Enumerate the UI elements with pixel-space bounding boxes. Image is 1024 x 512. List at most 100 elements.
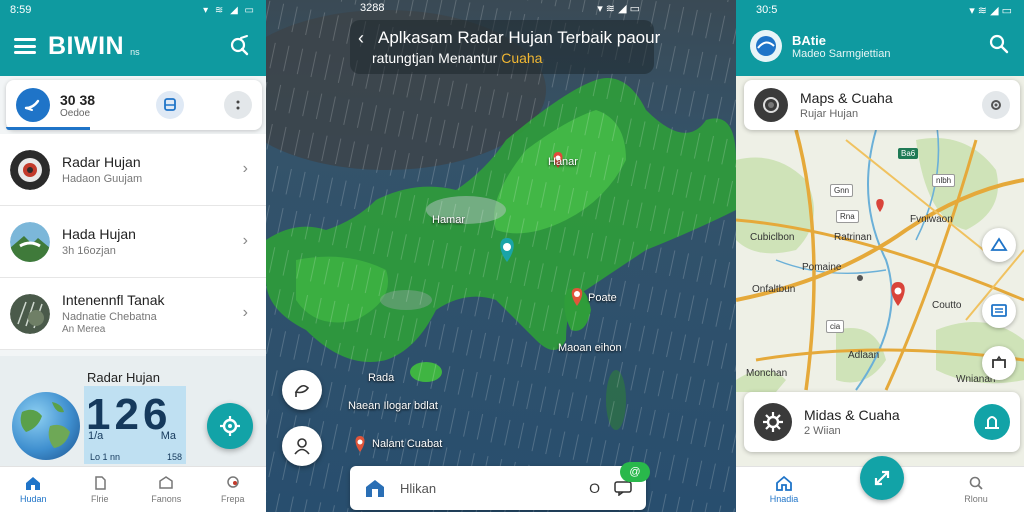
home-icon [26,477,41,490]
search-icon[interactable] [988,33,1010,60]
notification-badge: @ [620,462,650,482]
app-bar: BIWIN ns [0,20,266,72]
list-item[interactable]: Hada Hujan 3h 16ozjan › [0,206,266,278]
card-sub: 2 Wiian [804,425,841,437]
radar-card-title: Radar Hujan [87,370,160,385]
settings-icon[interactable] [982,91,1010,119]
list-item-title: Radar Hujan [62,154,141,170]
locate-fab-button[interactable] [207,403,253,449]
chevron-right-icon: › [242,304,248,321]
map-label: Coutto [932,300,962,311]
card-sub: Rujar Hujan [800,108,859,120]
bottom-nav: Hudan Flrie Fanons Frepa [0,466,266,512]
search-icon [969,476,983,490]
nav-label: Hudan [19,494,47,504]
search-right-text: O [589,480,600,496]
brand-title: BIWIN [48,31,125,60]
wind-icon [16,88,50,122]
bus-icon[interactable] [156,91,184,119]
warning-button[interactable] [982,228,1016,262]
summary-indicator [6,127,90,130]
summary-card[interactable]: 30 38 Oedoe [6,80,262,130]
pin-label: Maoan eihon [558,342,622,354]
gear-icon [754,403,792,441]
nav-label: Flrie [91,494,109,504]
title-line2: ratungtjan Menantur [372,50,498,66]
list-item[interactable]: Radar Hujan Hadaon Guujam › [0,134,266,206]
pin-label: Nalant Cuabat [372,438,443,450]
app-title: BAtie [792,32,826,48]
radar-foot-right: 158 [166,452,182,462]
chevron-right-icon: › [242,232,248,249]
alert-icon [990,237,1008,251]
map-label: Cubiclbon [750,232,795,243]
list-item-title: Hada Hujan [62,226,136,242]
nav-item-home[interactable]: Hnadia [736,467,832,512]
app-logo-icon [750,30,782,62]
search-placeholder: Hlikan [400,480,437,496]
rain-thumb-icon [10,293,50,334]
list-item-sub2: An Merea [62,324,106,335]
layers-button[interactable] [282,370,322,410]
summary-sub: Oedoe [60,107,91,119]
map-label: Adlaan [848,350,880,361]
system-icons: ▾ ≋ ◢ ▭ [597,3,640,15]
chat-icon [227,476,239,488]
stage: 8:59 ▾ ≋ ◢ ▭ BIWIN ns 30 38 Oedoe Radar … [0,0,1024,512]
summary-text: 30 38 Oedoe [60,92,95,119]
nav-label: Hnadia [769,494,799,504]
radar-map[interactable] [266,0,736,512]
pin-label: Hamar [432,214,466,226]
summary-value: 30 38 [60,91,96,108]
home-icon [776,475,792,491]
maps-weather-card[interactable]: Maps & Cuaha Rujar Hujan [744,80,1020,130]
map-label: Fvniwaon [910,214,953,225]
left-header: 8:59 ▾ ≋ ◢ ▭ BIWIN ns [0,0,266,76]
system-icons: ▾ ≋ ◢ ▭ [969,4,1012,17]
profile-button[interactable] [282,426,322,466]
map-label: Pomaine [802,262,842,273]
nav-item-home[interactable]: Hudan [0,467,67,512]
radar-thumb-icon [10,149,50,190]
radar-reading: 126 1/a Ma Lo 1 nn 158 [84,386,186,464]
list-button[interactable] [982,294,1016,328]
map-road-badge: cia [826,320,845,333]
nav-item-shield[interactable]: Fanons [133,467,200,512]
user-icon [294,438,310,455]
right-header: 30:5 ▾ ≋ ◢ ▭ BAtie Madeo Sarmgiettian [736,0,1024,76]
chevron-right-icon: › [242,160,248,177]
status-time: 30:5 [756,4,778,16]
status-time: 3288 [360,2,385,14]
midas-weather-card[interactable]: Midas & Cuaha 2 Wiian [744,392,1020,452]
shield-icon [159,476,173,489]
map-label: Onfaltbun [752,284,796,295]
title-banner: ‹ Aplkasam Radar Hujan Terbaik paour rat… [350,20,660,74]
pin-label: Rada [368,372,395,384]
menu-icon[interactable] [14,38,36,54]
map-label: Ratrinan [834,232,872,243]
list-item-sub: Hadaon Guujam [62,173,143,185]
map-road-badge: Ba6 [898,148,919,159]
card-title: Maps & Cuaha [800,90,893,106]
nav-item-file[interactable]: Flrie [67,467,134,512]
profile-button[interactable] [974,404,1010,440]
route-icon [992,355,1006,368]
card-title: Midas & Cuaha [804,407,900,423]
nav-label: Frepa [220,494,245,504]
chat-icon[interactable] [614,480,632,496]
back-icon[interactable]: ‹ [358,28,364,49]
route-button[interactable] [982,346,1016,380]
file-icon [95,476,106,490]
landscape-thumb-icon [10,221,50,262]
more-icon[interactable] [224,91,252,119]
location-search-icon[interactable] [226,33,252,59]
map-road-badge: nlbh [932,174,956,187]
radar-map-screen: 3288 ▾ ≋ ◢ ▭ ‹ Aplkasam Radar Hujan Terb… [266,0,736,512]
list-item[interactable]: Intenennfl Tanak Nadnatie Chebatna An Me… [0,278,266,350]
location-list: Radar Hujan Hadaon Guujam › Hada Hujan 3… [0,134,266,350]
system-icons: ▾ ≋ ◢ ▭ [203,4,256,16]
location-search-bar[interactable]: Hlikan O [350,466,646,510]
nav-item-search[interactable]: Rlonu [928,467,1024,512]
nav-item-chat[interactable]: Frepa [200,467,267,512]
expand-fab-button[interactable] [860,456,904,500]
